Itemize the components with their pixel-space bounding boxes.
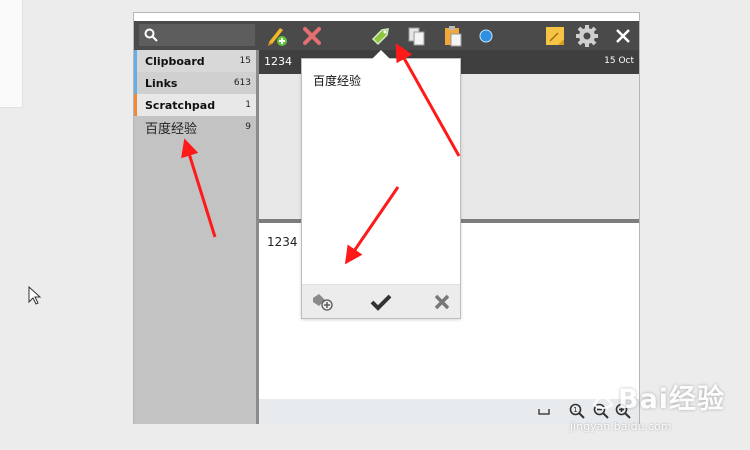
- delete-button[interactable]: [299, 23, 325, 49]
- copy-icon: [408, 27, 425, 46]
- sidebar-item-clipboard[interactable]: Clipboard 15: [134, 50, 256, 72]
- new-clip-icon: [268, 28, 287, 46]
- paste-button[interactable]: [440, 23, 466, 49]
- cancel-button[interactable]: [431, 291, 453, 313]
- clip-body-text: 1234: [267, 235, 298, 249]
- watermark: Bai经验 jingyan.baidu.com: [570, 362, 750, 450]
- sidebar-item-count: 1: [245, 100, 251, 110]
- watermark-brand: Bai经验: [618, 384, 726, 415]
- popup-footer: [302, 284, 460, 318]
- svg-text:1: 1: [573, 406, 577, 414]
- sidebar-item-baidu[interactable]: 百度经验 9: [134, 116, 256, 138]
- confirm-icon: [370, 294, 392, 311]
- background-window: [0, 0, 23, 108]
- sticky-note-button[interactable]: [542, 23, 568, 49]
- sidebar-item-label: 百度经验: [145, 121, 198, 137]
- confirm-button[interactable]: [370, 291, 392, 313]
- new-clip-button[interactable]: [264, 23, 290, 49]
- settings-button[interactable]: [574, 23, 600, 49]
- sidebar-item-label: Links: [145, 76, 178, 90]
- tag-icon: [371, 28, 389, 46]
- sticky-note-icon: [546, 27, 564, 45]
- delete-icon: [303, 27, 321, 45]
- sidebar-item-links[interactable]: Links 613: [134, 72, 256, 94]
- tag-popup: 百度经验: [301, 50, 461, 319]
- close-button[interactable]: [610, 23, 636, 49]
- sidebar-item-label: Scratchpad: [145, 98, 216, 112]
- sidebar-item-count: 613: [233, 78, 251, 88]
- toolbar: [134, 21, 639, 50]
- mouse-cursor-icon: [28, 286, 42, 305]
- cancel-icon: [434, 294, 450, 310]
- popup-pointer: [372, 50, 390, 59]
- search-icon: [144, 28, 158, 42]
- copy-button[interactable]: [404, 23, 430, 49]
- clip-title: 1234: [264, 55, 292, 68]
- sidebar-item-count: 9: [245, 122, 251, 132]
- tag-button[interactable]: [368, 23, 394, 49]
- close-icon: [616, 29, 630, 43]
- color-button[interactable]: [473, 23, 499, 49]
- baidu-paw-logo-icon: [587, 374, 620, 409]
- add-tag-button[interactable]: [312, 291, 334, 313]
- clip-date: 15 Oct: [604, 56, 634, 66]
- search-input[interactable]: [139, 24, 255, 46]
- sidebar-item-count: 15: [239, 56, 251, 66]
- paste-icon: [445, 26, 462, 47]
- gear-icon: [576, 25, 598, 47]
- dot-icon: [479, 29, 493, 43]
- sidebar-item-scratchpad[interactable]: Scratchpad 1: [134, 94, 256, 116]
- tag-text[interactable]: 百度经验: [313, 72, 361, 89]
- sidebar: Clipboard 15 Links 613 Scratchpad 1 百度经验…: [134, 50, 256, 424]
- watermark-url: jingyan.baidu.com: [570, 420, 672, 433]
- reset-icon[interactable]: [538, 408, 550, 416]
- sidebar-item-label: Clipboard: [145, 54, 205, 68]
- add-tag-icon: [313, 294, 333, 311]
